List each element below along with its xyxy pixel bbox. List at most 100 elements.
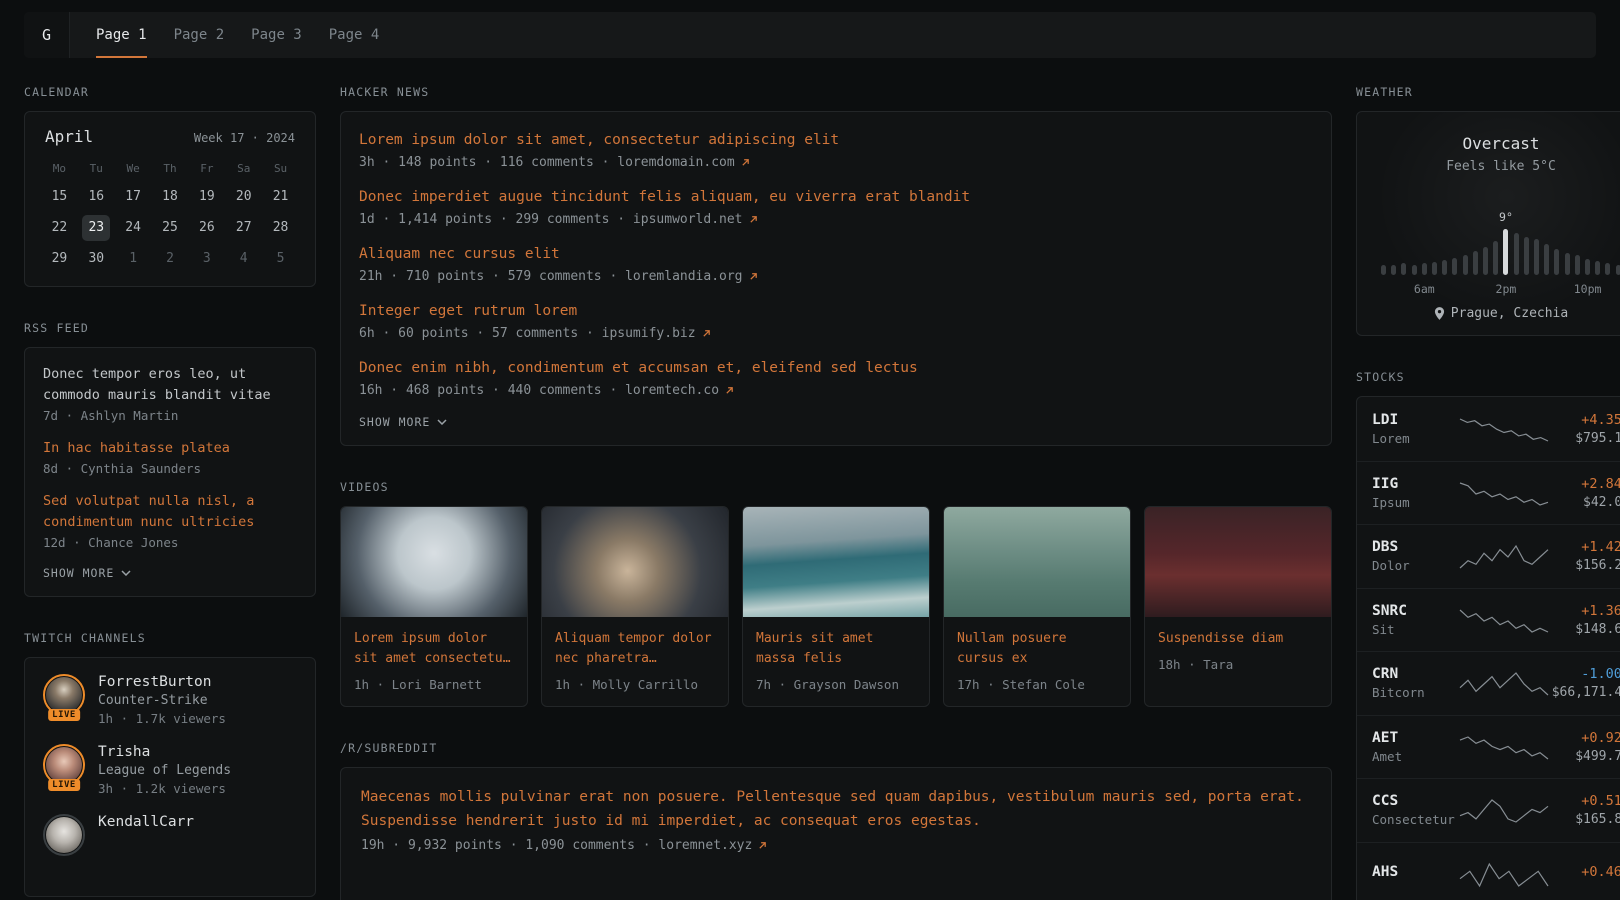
- rss-item[interactable]: Donec tempor eros leo, ut commodo mauris…: [43, 364, 297, 423]
- stock-row[interactable]: LDI Lorem +4.35% $795.18: [1357, 397, 1620, 461]
- stock-price: $156.28: [1550, 558, 1620, 573]
- weather-bar: [1422, 263, 1427, 275]
- video-card[interactable]: Nullam posuere cursus ex 17h · Stefan Co…: [943, 506, 1131, 707]
- page-tab[interactable]: Page 4: [329, 12, 380, 58]
- stock-row[interactable]: CCS Consectetur +0.51% $165.84: [1357, 778, 1620, 842]
- weather-bar: [1473, 251, 1478, 275]
- avatar-image: [46, 677, 82, 713]
- calendar-day: 22: [41, 213, 78, 243]
- stock-change: +4.35%: [1550, 412, 1620, 428]
- stock-change: +1.36%: [1550, 603, 1620, 619]
- twitch-channel-item[interactable]: LIVE Trisha League of Legends 3h · 1.2k …: [43, 744, 297, 796]
- stock-sparkline: [1458, 668, 1550, 698]
- video-thumbnail: [1145, 507, 1331, 617]
- weather-bar: [1493, 241, 1498, 275]
- hackernews-item[interactable]: Donec enim nibh, condimentum et accumsan…: [359, 358, 1313, 398]
- calendar-card: April Week 17 · 2024 Mo Tu We Th Fr: [24, 111, 316, 287]
- page-tab[interactable]: Page 3: [251, 12, 302, 58]
- stock-ticker: LDI: [1372, 412, 1458, 428]
- dashboard-columns: CALENDAR April Week 17 · 2024 Mo Tu We T…: [0, 85, 1620, 900]
- videos-section-label: VIDEOS: [340, 480, 1332, 494]
- stock-row[interactable]: CRN Bitcorn -1.00% $66,171.48: [1357, 651, 1620, 715]
- stock-price: $66,171.48: [1550, 685, 1620, 700]
- weather-card: Overcast Feels like 5°C 6am9°2pm10pm Pra…: [1356, 111, 1620, 336]
- live-badge: LIVE: [48, 709, 80, 721]
- video-title: Nullam posuere cursus ex: [957, 629, 1117, 669]
- page-tab[interactable]: Page 2: [174, 12, 225, 58]
- stock-ticker: IIG: [1372, 476, 1458, 492]
- app-logo[interactable]: G: [24, 12, 70, 58]
- calendar-day: 3: [188, 244, 225, 274]
- stock-sparkline: [1458, 414, 1550, 444]
- weather-bar: [1442, 260, 1447, 275]
- stock-row[interactable]: AHS +0.46%: [1357, 842, 1620, 900]
- page-tabs: Page 1 Page 2 Page 3 Page 4: [96, 12, 379, 58]
- stock-ticker: DBS: [1372, 539, 1458, 555]
- external-link-icon: [749, 272, 758, 281]
- video-title: Suspendisse diam: [1158, 629, 1318, 649]
- twitch-channel-item[interactable]: LIVE ForrestBurton Counter-Strike 1h · 1…: [43, 674, 297, 726]
- twitch-channel-game: League of Legends: [98, 763, 231, 778]
- video-thumbnail: [743, 507, 929, 617]
- video-title: Lorem ipsum dolor sit amet consectetu…: [354, 629, 514, 669]
- calendar-day: 19: [188, 182, 225, 212]
- twitch-section: TWITCH CHANNELS LIVE ForrestBurton Count…: [24, 631, 316, 897]
- hackernews-item-meta: 6h · 60 points · 57 comments · ipsumify.…: [359, 326, 1313, 341]
- rss-item-title: Donec tempor eros leo, ut commodo mauris…: [43, 364, 297, 406]
- rss-item-meta: 12d · Chance Jones: [43, 535, 297, 550]
- stock-row[interactable]: SNRC Sit +1.36% $148.64: [1357, 588, 1620, 652]
- left-column: CALENDAR April Week 17 · 2024 Mo Tu We T…: [24, 85, 316, 900]
- rss-item[interactable]: In hac habitasse platea 8d · Cynthia Sau…: [43, 438, 297, 476]
- video-thumbnail: [944, 507, 1130, 617]
- video-card[interactable]: Mauris sit amet massa felis 7h · Grayson…: [742, 506, 930, 707]
- external-link-icon: [702, 329, 711, 338]
- weather-feels-like: Feels like 5°C: [1373, 159, 1620, 174]
- video-card[interactable]: Suspendisse diam 18h · Tara: [1144, 506, 1332, 707]
- calendar-day-header: Fr: [188, 154, 225, 181]
- calendar-day-header: Th: [152, 154, 189, 181]
- hackernews-section: HACKER NEWS Lorem ipsum dolor sit amet, …: [340, 85, 1332, 446]
- weather-bar: [1412, 265, 1417, 275]
- calendar-grid: Mo Tu We Th Fr Sa Su 15: [41, 154, 299, 274]
- hackernews-item[interactable]: Aliquam nec cursus elit 21h · 710 points…: [359, 244, 1313, 284]
- stock-change: -1.00%: [1550, 666, 1620, 682]
- hackernews-item[interactable]: Integer eget rutrum lorem 6h · 60 points…: [359, 301, 1313, 341]
- videos-section: VIDEOS Lorem ipsum dolor sit amet consec…: [340, 480, 1332, 707]
- rss-show-more-button[interactable]: SHOW MORE: [43, 566, 297, 580]
- rss-item-meta: 7d · Ashlyn Martin: [43, 408, 297, 423]
- stock-ticker: AHS: [1372, 864, 1458, 880]
- twitch-channel-game: Counter-Strike: [98, 693, 226, 708]
- calendar-day: 15: [41, 182, 78, 212]
- video-thumbnail: [341, 507, 527, 617]
- video-card[interactable]: Lorem ipsum dolor sit amet consectetu… 1…: [340, 506, 528, 707]
- page-tab[interactable]: Page 1: [96, 12, 147, 58]
- calendar-week-info: Week 17 · 2024: [194, 131, 295, 145]
- hackernews-item-title: Lorem ipsum dolor sit amet, consectetur …: [359, 130, 1313, 151]
- hackernews-item-meta: 21h · 710 points · 579 comments · loreml…: [359, 269, 1313, 284]
- weather-bar: [1605, 263, 1610, 275]
- stock-row[interactable]: AET Amet +0.92% $499.72: [1357, 715, 1620, 779]
- weather-section-label: WEATHER: [1356, 85, 1620, 99]
- stock-ticker: CRN: [1372, 666, 1458, 682]
- subreddit-post[interactable]: Maecenas mollis pulvinar erat non posuer…: [361, 786, 1311, 852]
- hackernews-item[interactable]: Donec imperdiet augue tincidunt felis al…: [359, 187, 1313, 227]
- weather-bar: [1554, 249, 1559, 275]
- hackernews-item[interactable]: Lorem ipsum dolor sit amet, consectetur …: [359, 130, 1313, 170]
- external-link-icon: [725, 386, 734, 395]
- calendar-day: 20: [225, 182, 262, 212]
- weather-bar: [1452, 258, 1457, 275]
- stocks-section: STOCKS LDI Lorem +4.35% $795.18: [1356, 370, 1620, 900]
- app-header: G Page 1 Page 2 Page 3 Page 4: [24, 12, 1596, 58]
- weather-bar: [1463, 255, 1468, 275]
- stock-name: Ipsum: [1372, 495, 1458, 510]
- hackernews-show-more-button[interactable]: SHOW MORE: [359, 415, 1313, 429]
- hackernews-item-meta: 16h · 468 points · 440 comments · loremt…: [359, 383, 1313, 398]
- twitch-channel-item[interactable]: KendallCarr: [43, 814, 297, 856]
- right-column: WEATHER Overcast Feels like 5°C 6am9°2pm…: [1356, 85, 1620, 900]
- live-badge: LIVE: [48, 779, 80, 791]
- stock-row[interactable]: DBS Dolor +1.42% $156.28: [1357, 524, 1620, 588]
- rss-item[interactable]: Sed volutpat nulla nisl, a condimentum n…: [43, 491, 297, 550]
- video-card[interactable]: Aliquam tempor dolor nec pharetra… 1h · …: [541, 506, 729, 707]
- stock-ticker: SNRC: [1372, 603, 1458, 619]
- stock-row[interactable]: IIG Ipsum +2.84% $42.04: [1357, 461, 1620, 525]
